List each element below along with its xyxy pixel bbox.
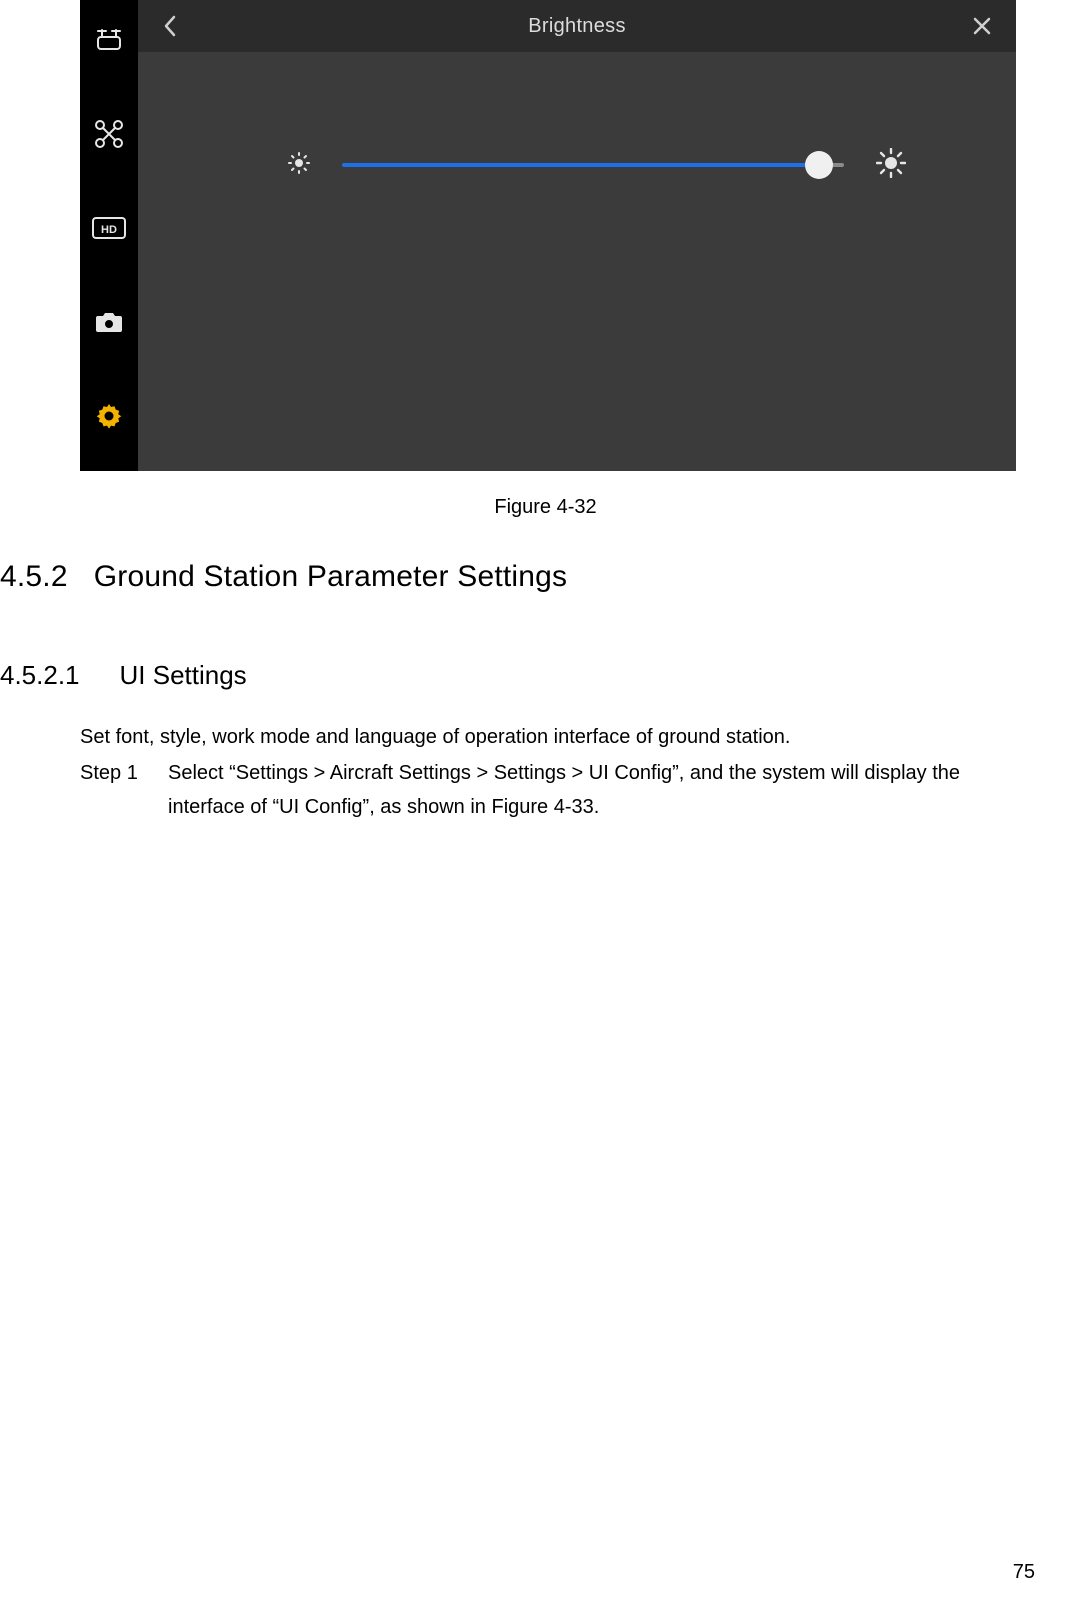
sidebar-item-drone[interactable] <box>80 112 138 156</box>
page-root: HD <box>0 0 1091 1618</box>
slider-track-fill <box>342 163 819 167</box>
settings-header: Brightness <box>138 0 1016 52</box>
brightness-low-icon <box>288 152 310 179</box>
hd-icon: HD <box>92 217 126 239</box>
app-screenshot: HD <box>80 0 1016 471</box>
settings-panel: Brightness <box>138 0 1016 471</box>
gear-icon <box>95 402 123 430</box>
body-text: Set font, style, work mode and language … <box>80 720 1000 824</box>
figure-caption: Figure 4-32 <box>0 496 1091 519</box>
slider-thumb[interactable] <box>805 151 833 179</box>
sidebar-item-camera[interactable] <box>80 300 138 344</box>
brightness-high-icon <box>876 148 906 183</box>
intro-paragraph: Set font, style, work mode and language … <box>80 720 1000 754</box>
sidebar: HD <box>80 0 138 471</box>
brightness-slider-row <box>288 140 906 190</box>
sidebar-item-hd[interactable]: HD <box>80 206 138 250</box>
header-title: Brightness <box>138 15 1016 38</box>
camera-icon <box>94 310 124 334</box>
brightness-slider[interactable] <box>342 163 844 167</box>
sidebar-item-remote[interactable] <box>80 18 138 62</box>
subsection-heading: 4.5.2.1 UI Settings <box>0 660 247 691</box>
drone-icon <box>94 119 124 149</box>
section-heading-title: Ground Station Parameter Settings <box>94 560 568 593</box>
page-number: 75 <box>1013 1561 1035 1584</box>
svg-text:HD: HD <box>101 224 117 236</box>
close-icon <box>972 16 992 36</box>
subsection-heading-number: 4.5.2.1 <box>0 660 80 690</box>
section-heading: 4.5.2 Ground Station Parameter Settings <box>0 560 567 594</box>
subsection-heading-title: UI Settings <box>120 660 247 690</box>
section-heading-number: 4.5.2 <box>0 560 68 593</box>
close-button[interactable] <box>962 0 1002 52</box>
step-label: Step 1 <box>80 756 168 790</box>
remote-icon <box>94 27 124 53</box>
sidebar-item-settings[interactable] <box>80 394 138 438</box>
step-text: Select “Settings > Aircraft Settings > S… <box>168 756 988 824</box>
